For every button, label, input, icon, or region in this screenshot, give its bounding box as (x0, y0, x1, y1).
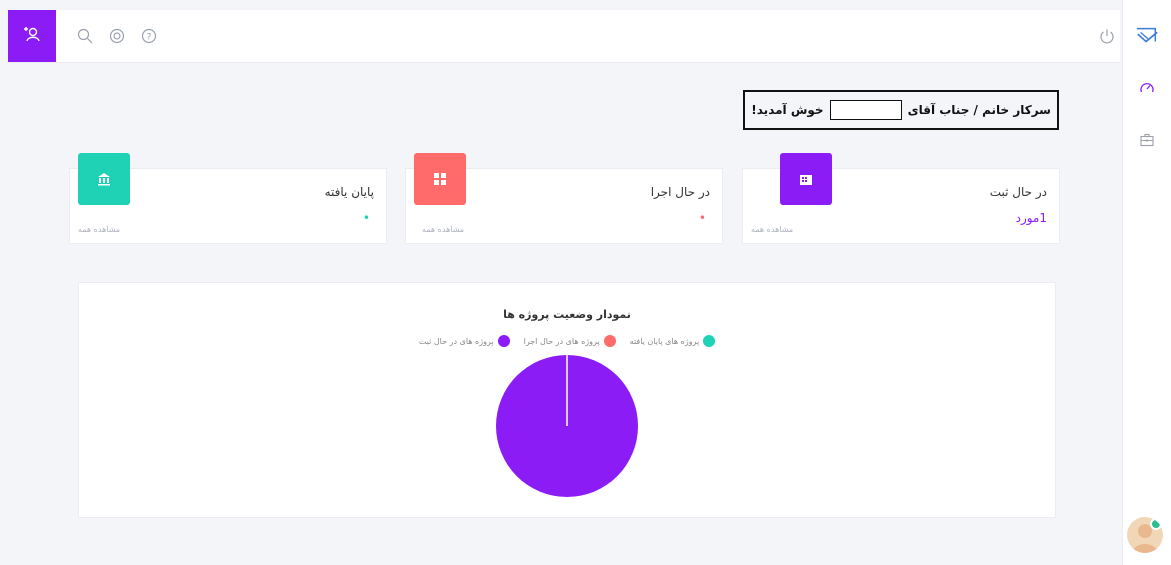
card-title: پایان یافته (324, 185, 374, 199)
search-icon[interactable] (76, 27, 94, 45)
view-all-link[interactable]: مشاهده همه (422, 225, 464, 234)
card-title: در حال ثبت (989, 185, 1047, 199)
help-icon[interactable]: ? (140, 27, 158, 45)
dashboard-icon[interactable] (1135, 76, 1159, 100)
card-title: در حال اجرا (650, 185, 710, 199)
support-icon[interactable] (108, 27, 126, 45)
user-name-placeholder (829, 100, 902, 120)
sidebar (1122, 0, 1171, 565)
card-value: • (698, 211, 706, 225)
avatar[interactable] (1127, 517, 1163, 553)
card-in-progress: در حال اجرا • مشاهده همه (405, 153, 723, 244)
welcome-text: سرکار خانم / جناب آقای (907, 103, 1051, 117)
pie-chart (496, 355, 638, 497)
card-registering: در حال ثبت 1مورد مشاهده همه (742, 153, 1060, 244)
card-value: • (362, 211, 370, 225)
welcome-suffix: خوش آمدید! (751, 103, 824, 117)
building-icon (780, 153, 832, 205)
view-all-link[interactable]: مشاهده همه (751, 225, 793, 234)
project-status-chart: نمودار وضعیت پروژه ها پروژه های پایان یا… (78, 282, 1056, 518)
grid-icon (414, 153, 466, 205)
welcome-message: سرکار خانم / جناب آقای خوش آمدید! (743, 90, 1059, 130)
online-status-dot (1150, 518, 1162, 530)
card-value: 1مورد (1015, 211, 1047, 225)
handshake-logo-icon[interactable] (1135, 24, 1159, 48)
view-all-link[interactable]: مشاهده همه (78, 225, 120, 234)
add-user-button[interactable] (8, 10, 56, 62)
bank-icon (78, 153, 130, 205)
top-bar: ? (8, 10, 1120, 63)
add-user-icon (23, 26, 41, 46)
card-finished: پایان یافته • مشاهده همه (69, 153, 387, 244)
power-icon[interactable] (1098, 27, 1116, 45)
briefcase-icon[interactable] (1135, 128, 1159, 152)
svg-text:?: ? (147, 33, 152, 43)
